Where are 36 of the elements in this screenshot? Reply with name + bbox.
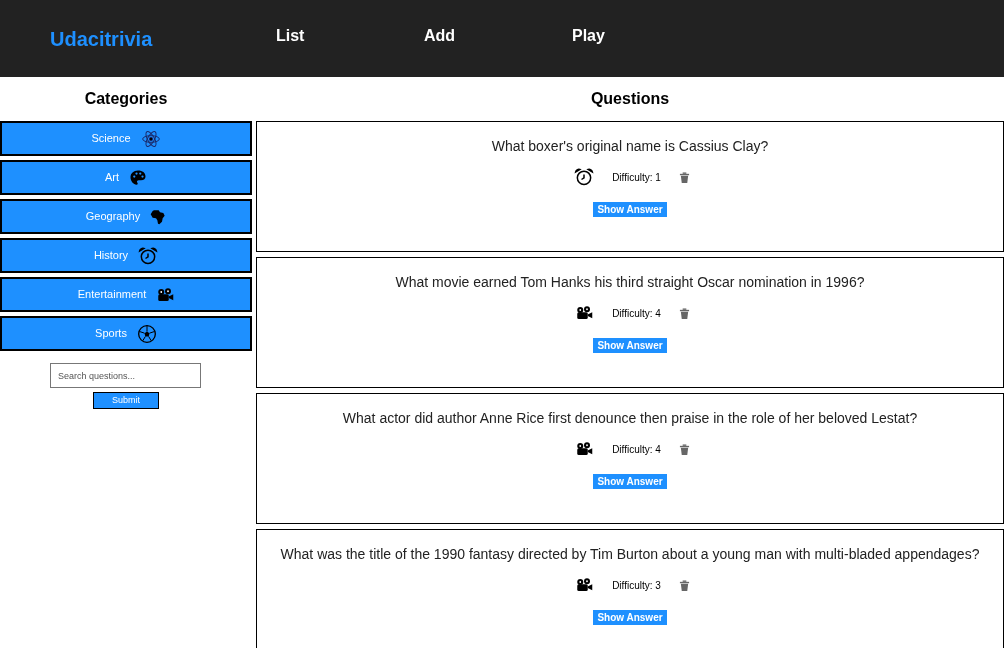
category-button[interactable]: History (0, 238, 252, 273)
soccer-ball-icon (136, 323, 157, 344)
show-answer-button[interactable]: Show Answer (593, 202, 667, 217)
section-title: Questions (589, 89, 671, 109)
submit-button[interactable]: Submit (93, 392, 159, 409)
difficulty-label: Difficulty: 3 (612, 578, 661, 593)
show-answer-button[interactable]: Show Answer (593, 610, 667, 625)
nav-link[interactable]: List (276, 23, 424, 48)
africa-map-icon (150, 207, 167, 226)
show-answer-button[interactable]: Show Answer (593, 338, 667, 353)
site-logo[interactable]: Udacitrivia (50, 23, 276, 54)
show-answer-button[interactable]: Show Answer (593, 474, 667, 489)
search-field[interactable]: Search questions... (50, 363, 201, 388)
category-button[interactable]: Entertainment (0, 277, 252, 312)
question-text: What was the title of the 1990 fantasy directed by Tim Burton about a young man with multi-bladed appendages? (280, 545, 980, 564)
question-text: What actor did author Anne Rice first denounce then praise in the role of her beloved Lestat? (342, 409, 918, 428)
category-button[interactable]: Geography (0, 199, 252, 234)
nav-link[interactable]: Play (572, 23, 720, 48)
trash-icon[interactable] (678, 579, 690, 591)
nav-link[interactable]: Add (424, 23, 572, 48)
trash-icon[interactable] (678, 307, 690, 319)
trash-icon[interactable] (678, 443, 690, 455)
question-text: What boxer's original name is Cassius Clay? (491, 137, 769, 156)
category-button[interactable]: Sports (0, 316, 252, 351)
difficulty-label: Difficulty: 4 (612, 442, 661, 457)
category-button[interactable]: Science (0, 121, 252, 156)
difficulty-label: Difficulty: 1 (612, 170, 661, 185)
category-button[interactable]: Art (0, 160, 252, 195)
difficulty-label: Difficulty: 4 (612, 306, 661, 321)
film-camera-icon (156, 287, 175, 302)
section-title: Categories (83, 89, 169, 109)
alarm-clock-icon (138, 245, 159, 266)
question-text: What movie earned Tom Hanks his third straight Oscar nomination in 1996? (395, 273, 865, 292)
atom-icon (140, 128, 161, 149)
trash-icon[interactable] (678, 171, 690, 183)
palette-icon (129, 168, 148, 187)
